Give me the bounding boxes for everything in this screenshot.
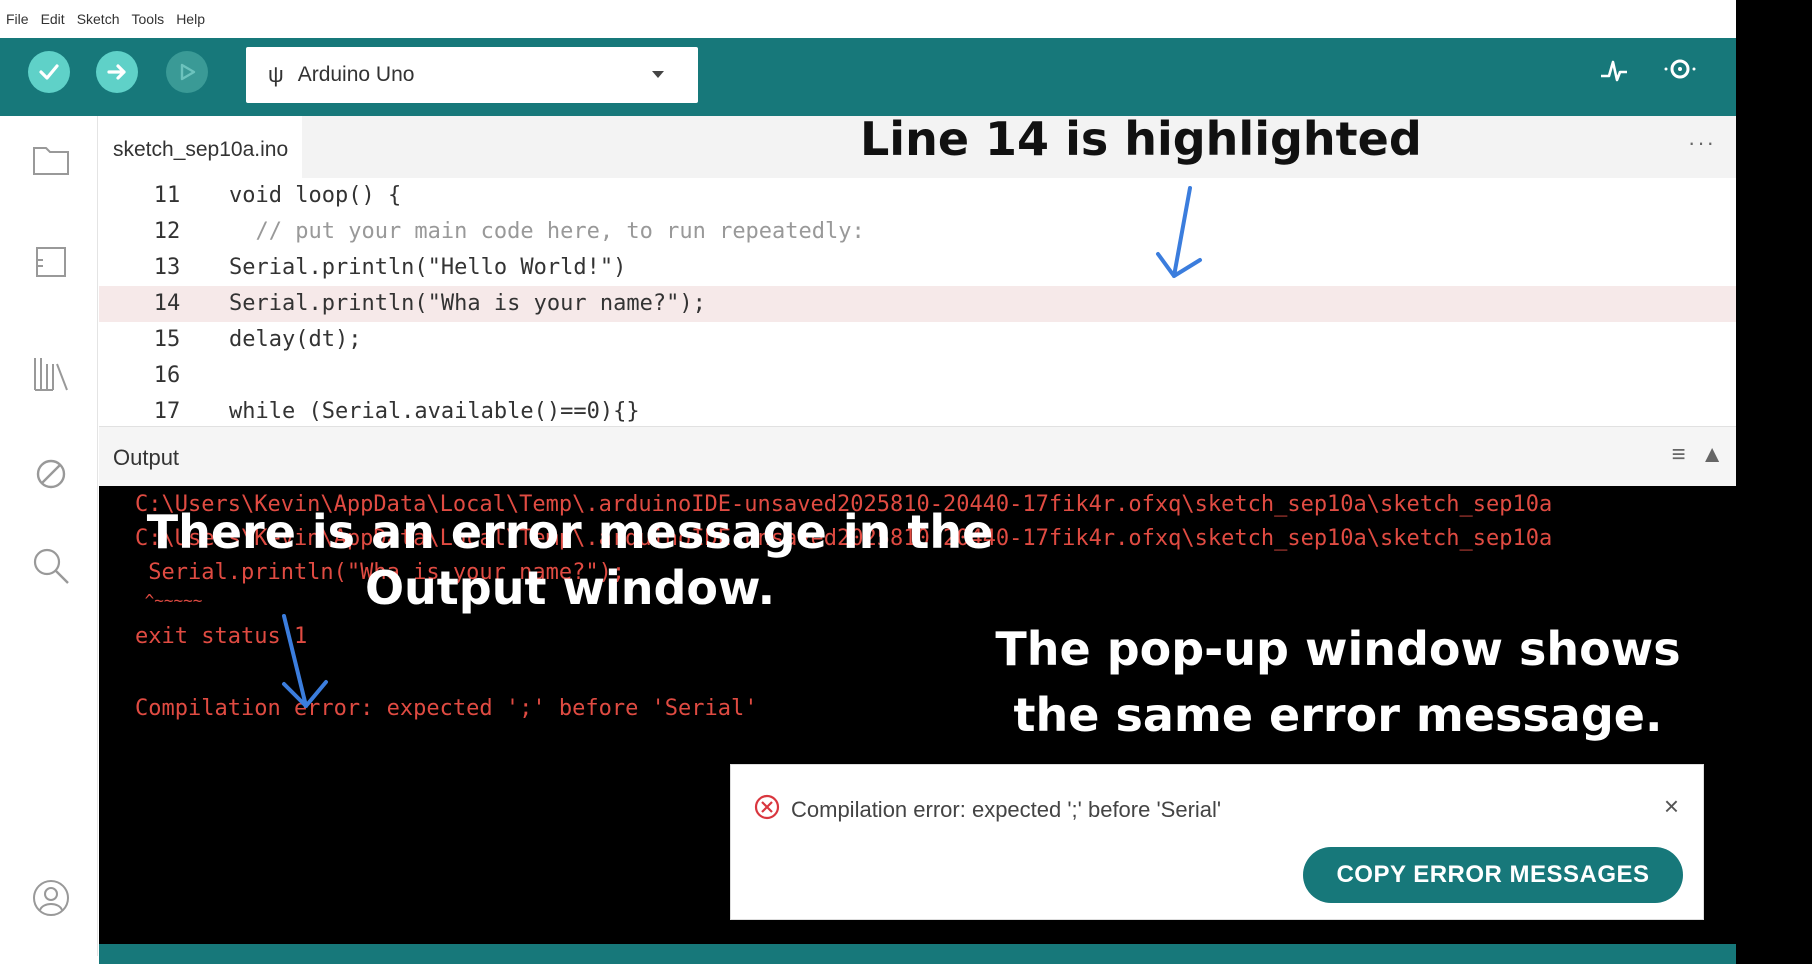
lock-scroll-icon[interactable]: ▲ — [1700, 441, 1724, 468]
close-icon[interactable]: × — [1664, 791, 1679, 822]
debug-off-icon — [36, 459, 66, 489]
code-line: 17 while (Serial.available()==0){} — [99, 394, 1736, 426]
line-number: 17 — [153, 399, 181, 424]
code-comment: // put your main code here, to run repea… — [229, 219, 865, 244]
code-text: delay(dt); — [229, 327, 362, 352]
code-text: while (Serial.available()==0){} — [229, 399, 640, 424]
code-line: 13 Serial.println("Hello World!") — [99, 250, 1736, 286]
account-button[interactable] — [29, 876, 73, 920]
debugger-button[interactable] — [29, 452, 73, 496]
code-line: 12 // put your main code here, to run re… — [99, 214, 1736, 250]
status-bar — [99, 944, 1736, 964]
arrow-down-icon — [282, 614, 328, 708]
annotation-line14: Line 14 is highlighted — [860, 112, 1422, 166]
check-icon — [39, 64, 59, 80]
output-tools: ≡ ▲ — [1672, 441, 1724, 469]
folder-icon — [33, 147, 69, 175]
background-strip — [1736, 0, 1812, 964]
account-icon — [33, 880, 69, 916]
line-number: 14 — [153, 291, 181, 316]
output-header: Output ≡ ▲ — [99, 426, 1736, 486]
sidebar — [0, 116, 98, 956]
output-title: Output — [113, 445, 180, 470]
code-line: 16 — [99, 358, 1736, 394]
chevron-down-icon — [652, 71, 664, 78]
menu-sketch[interactable]: Sketch — [77, 11, 120, 27]
menu-help[interactable]: Help — [176, 11, 205, 27]
search-icon — [33, 548, 69, 584]
code-text: Serial.println("Hello World!") — [229, 255, 627, 280]
code-text: Serial.println("Wha is your name?"); — [229, 291, 706, 316]
notification-message: Compilation error: expected ';' before '… — [791, 797, 1222, 822]
line-number: 12 — [153, 219, 181, 244]
arrow-right-icon — [107, 64, 126, 80]
menu-bar: File Edit Sketch Tools Help — [0, 0, 1736, 38]
menu-edit[interactable]: Edit — [41, 11, 65, 27]
debug-button[interactable] — [166, 51, 208, 93]
error-icon — [754, 794, 780, 820]
code-line: 15 delay(dt); — [99, 322, 1736, 358]
code-line-highlighted: 14 Serial.println("Wha is your name?"); — [99, 286, 1736, 322]
serial-plotter-button[interactable] — [1598, 54, 1630, 93]
toolbar: ψ Arduino Uno — [0, 38, 1736, 116]
search-button[interactable] — [29, 544, 73, 588]
sketchbook-button[interactable] — [29, 138, 73, 182]
line-number: 15 — [153, 327, 181, 352]
boards-manager-button[interactable] — [29, 240, 73, 284]
library-icon — [34, 358, 68, 391]
board-name: Arduino Uno — [297, 63, 415, 86]
serial-monitor-button[interactable] — [1660, 54, 1700, 93]
annotation-popup: The pop-up window shows the same error m… — [995, 622, 1681, 742]
magnifier-icon — [1664, 59, 1696, 79]
output-line: Compilation error: expected ';' before '… — [135, 696, 758, 721]
menu-file[interactable]: File — [6, 11, 29, 27]
menu-tools[interactable]: Tools — [132, 11, 165, 27]
upload-button[interactable] — [96, 51, 138, 93]
verify-button[interactable] — [28, 51, 70, 93]
pulse-icon — [1601, 60, 1627, 82]
arrow-down-icon — [1156, 186, 1202, 278]
board-selector[interactable]: ψ Arduino Uno — [246, 47, 698, 103]
line-number: 16 — [153, 363, 181, 388]
board-icon — [36, 247, 66, 277]
code-line: 11 void loop() { — [99, 178, 1736, 214]
more-icon[interactable]: ··· — [1688, 130, 1716, 156]
line-number: 11 — [153, 183, 181, 208]
clear-output-icon[interactable]: ≡ — [1672, 441, 1686, 468]
file-tab[interactable]: sketch_sep10a.ino — [99, 116, 303, 178]
code-text: void loop() { — [229, 183, 402, 208]
error-notification: Compilation error: expected ';' before '… — [730, 764, 1704, 920]
usb-icon: ψ — [268, 62, 284, 87]
annotation-output-error: There is an error message in the Output … — [146, 505, 994, 615]
copy-error-messages-button[interactable]: COPY ERROR MESSAGES — [1303, 847, 1683, 903]
debug-icon — [180, 63, 196, 81]
line-number: 13 — [153, 255, 181, 280]
library-manager-button[interactable] — [29, 352, 73, 396]
